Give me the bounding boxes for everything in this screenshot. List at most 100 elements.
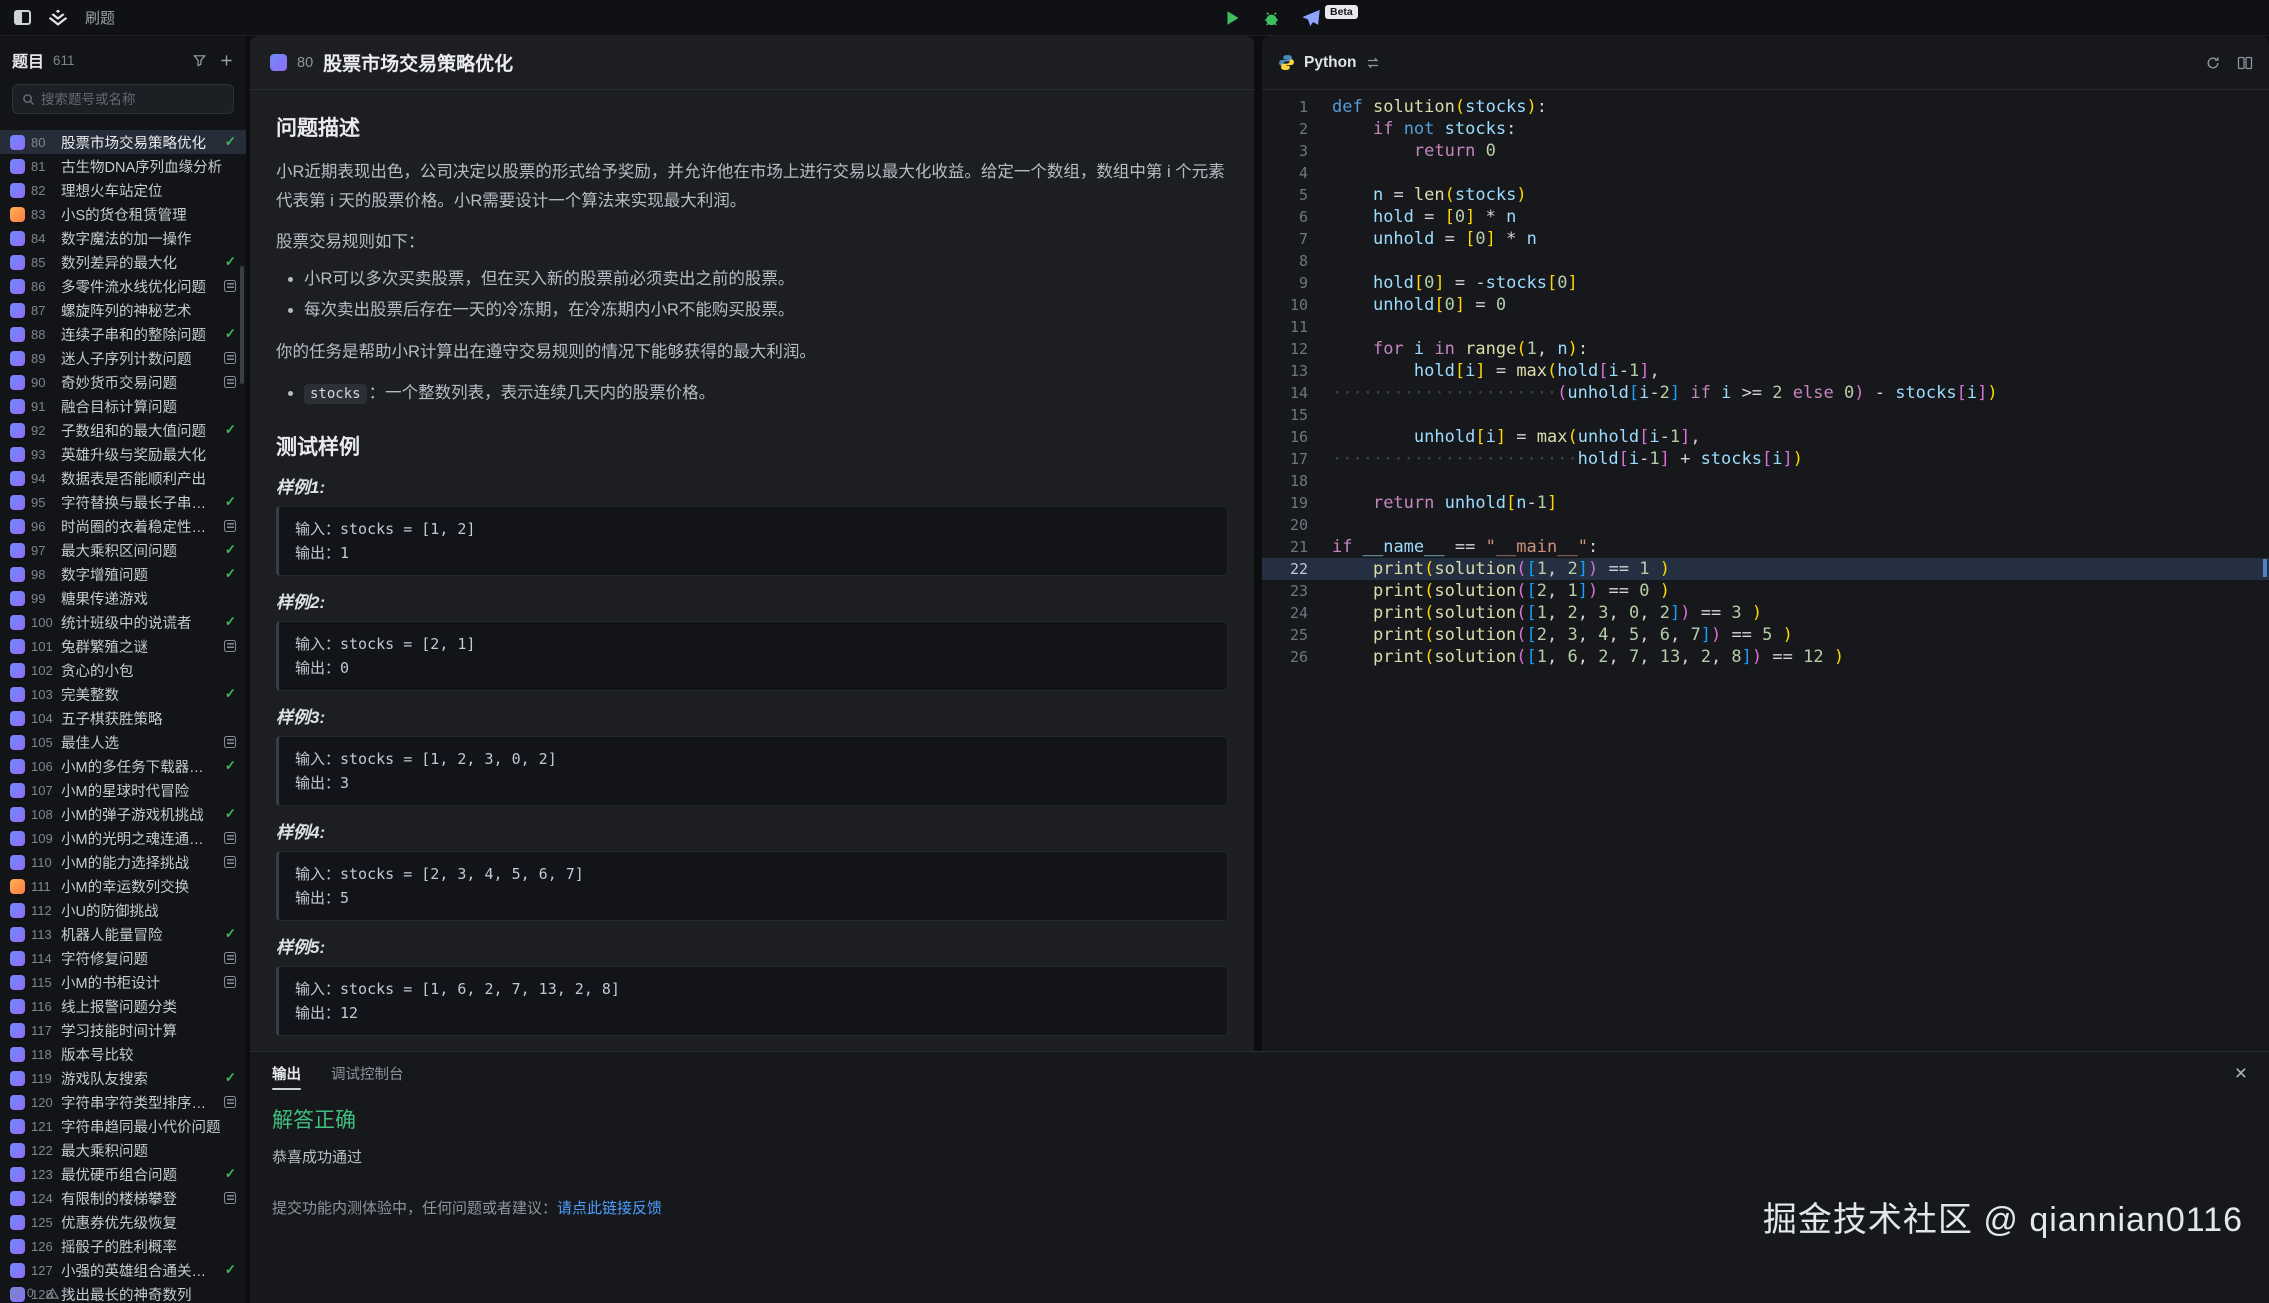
code-line[interactable]: 21if __name__ == "__main__": [1262, 536, 2269, 558]
line-number[interactable]: 26 [1262, 648, 1308, 666]
code-line[interactable]: 15 [1262, 404, 2269, 426]
line-number[interactable]: 24 [1262, 604, 1308, 622]
list-item[interactable]: 99糖果传递游戏 [0, 586, 246, 610]
list-item[interactable]: 109小M的光明之魂连通挑战 [0, 826, 246, 850]
code-line[interactable]: 18 [1262, 470, 2269, 492]
run-button[interactable] [1222, 8, 1242, 28]
list-item[interactable]: 83小S的货仓租赁管理 [0, 202, 246, 226]
list-item[interactable]: 103完美整数✓ [0, 682, 246, 706]
code-line[interactable]: 17························hold[i-1] + st… [1262, 448, 2269, 470]
list-item[interactable]: 112小U的防御挑战 [0, 898, 246, 922]
line-number[interactable]: 6 [1262, 208, 1308, 226]
code-line[interactable]: 4 [1262, 162, 2269, 184]
list-item[interactable]: 86多零件流水线优化问题 [0, 274, 246, 298]
line-number[interactable]: 16 [1262, 428, 1308, 446]
line-number[interactable]: 14 [1262, 384, 1308, 402]
list-item[interactable]: 101兔群繁殖之谜 [0, 634, 246, 658]
code-line[interactable]: 7 unhold = [0] * n [1262, 228, 2269, 250]
debug-bug-button[interactable] [1262, 9, 1281, 28]
list-item[interactable]: 84数字魔法的加一操作 [0, 226, 246, 250]
line-number[interactable]: 8 [1262, 252, 1308, 270]
list-item[interactable]: 121字符串趋同最小代价问题 [0, 1114, 246, 1138]
sidebar-toggle-icon[interactable] [14, 10, 31, 25]
search-input[interactable] [41, 92, 224, 107]
line-number[interactable]: 4 [1262, 164, 1308, 182]
share-plane-button[interactable]: Beta [1301, 8, 1358, 28]
list-item[interactable]: 97最大乘积区间问题✓ [0, 538, 246, 562]
code-line[interactable]: 11 [1262, 316, 2269, 338]
list-item[interactable]: 102贪心的小包 [0, 658, 246, 682]
errors-indicator[interactable]: 0 [10, 1286, 34, 1300]
line-number[interactable]: 13 [1262, 362, 1308, 380]
list-item[interactable]: 104五子棋获胜策略 [0, 706, 246, 730]
list-item[interactable]: 81古生物DNA序列血缘分析 [0, 154, 246, 178]
code-line[interactable]: 1def solution(stocks): [1262, 96, 2269, 118]
code-lines[interactable]: 1def solution(stocks):2 if not stocks:3 … [1262, 90, 2269, 668]
line-number[interactable]: 7 [1262, 230, 1308, 248]
list-item[interactable]: 89迷人子序列计数问题 [0, 346, 246, 370]
code-line[interactable]: 22 print(solution([1, 2]) == 1 ) [1262, 558, 2269, 580]
line-number[interactable]: 21 [1262, 538, 1308, 556]
add-problem-icon[interactable] [219, 53, 234, 68]
line-number[interactable]: 10 [1262, 296, 1308, 314]
list-item[interactable]: 115小M的书柜设计 [0, 970, 246, 994]
split-editor-icon[interactable] [2237, 55, 2253, 71]
list-item[interactable]: 92子数组和的最大值问题✓ [0, 418, 246, 442]
reset-code-icon[interactable] [2205, 55, 2221, 71]
code-line[interactable]: 19 return unhold[n-1] [1262, 492, 2269, 514]
code-line[interactable]: 12 for i in range(1, n): [1262, 338, 2269, 360]
line-number[interactable]: 23 [1262, 582, 1308, 600]
list-item[interactable]: 125优惠券优先级恢复 [0, 1210, 246, 1234]
line-number[interactable]: 18 [1262, 472, 1308, 490]
code-line[interactable]: 25 print(solution([2, 3, 4, 5, 6, 7]) ==… [1262, 624, 2269, 646]
list-item[interactable]: 80股票市场交易策略优化✓ [0, 130, 246, 154]
code-line[interactable]: 10 unhold[0] = 0 [1262, 294, 2269, 316]
list-item[interactable]: 98数字增殖问题✓ [0, 562, 246, 586]
code-line[interactable]: 16 unhold[i] = max(unhold[i-1], [1262, 426, 2269, 448]
list-item[interactable]: 96时尚圈的衣着稳定性问题 [0, 514, 246, 538]
list-item[interactable]: 119游戏队友搜索✓ [0, 1066, 246, 1090]
list-item[interactable]: 88连续子串和的整除问题✓ [0, 322, 246, 346]
code-line[interactable]: 24 print(solution([1, 2, 3, 0, 2]) == 3 … [1262, 602, 2269, 624]
feedback-link[interactable]: 请点此链接反馈 [557, 1200, 662, 1217]
list-item[interactable]: 114字符修复问题 [0, 946, 246, 970]
line-number[interactable]: 20 [1262, 516, 1308, 534]
code-line[interactable]: 20 [1262, 514, 2269, 536]
list-item[interactable]: 118版本号比较 [0, 1042, 246, 1066]
list-item[interactable]: 116线上报警问题分类 [0, 994, 246, 1018]
list-item[interactable]: 120字符串字符类型排序问题 [0, 1090, 246, 1114]
list-item[interactable]: 117学习技能时间计算 [0, 1018, 246, 1042]
code-line[interactable]: 8 [1262, 250, 2269, 272]
list-item[interactable]: 113机器人能量冒险✓ [0, 922, 246, 946]
code-line[interactable]: 2 if not stocks: [1262, 118, 2269, 140]
juejin-logo-icon[interactable] [47, 7, 69, 29]
list-item[interactable]: 91融合目标计算问题 [0, 394, 246, 418]
list-item[interactable]: 106小M的多任务下载器挑战✓ [0, 754, 246, 778]
line-number[interactable]: 12 [1262, 340, 1308, 358]
list-item[interactable]: 85数列差异的最大化✓ [0, 250, 246, 274]
filter-funnel-icon[interactable] [192, 53, 207, 68]
line-number[interactable]: 5 [1262, 186, 1308, 204]
list-item[interactable]: 90奇妙货币交易问题 [0, 370, 246, 394]
line-number[interactable]: 22 [1262, 560, 1308, 578]
code-line[interactable]: 13 hold[i] = max(hold[i-1], [1262, 360, 2269, 382]
code-line[interactable]: 3 return 0 [1262, 140, 2269, 162]
code-line[interactable]: 26 print(solution([1, 6, 2, 7, 13, 2, 8]… [1262, 646, 2269, 668]
list-item[interactable]: 127小强的英雄组合通关策略✓ [0, 1258, 246, 1282]
search-box[interactable] [12, 84, 234, 114]
sidebar-scrollbar[interactable] [240, 266, 244, 384]
list-item[interactable]: 94数据表是否能顺利产出 [0, 466, 246, 490]
line-number[interactable]: 19 [1262, 494, 1308, 512]
list-item[interactable]: 93英雄升级与奖励最大化 [0, 442, 246, 466]
list-item[interactable]: 110小M的能力选择挑战 [0, 850, 246, 874]
code-line[interactable]: 6 hold = [0] * n [1262, 206, 2269, 228]
line-number[interactable]: 1 [1262, 98, 1308, 116]
line-number[interactable]: 9 [1262, 274, 1308, 292]
line-number[interactable]: 2 [1262, 120, 1308, 138]
list-item[interactable]: 105最佳人选 [0, 730, 246, 754]
code-line[interactable]: 14······················(unhold[i-2] if … [1262, 382, 2269, 404]
list-item[interactable]: 111小M的幸运数列交换 [0, 874, 246, 898]
list-item[interactable]: 107小M的星球时代冒险 [0, 778, 246, 802]
list-item[interactable]: 123最优硬币组合问题✓ [0, 1162, 246, 1186]
tab-debug-console[interactable]: 调试控制台 [331, 1052, 404, 1094]
